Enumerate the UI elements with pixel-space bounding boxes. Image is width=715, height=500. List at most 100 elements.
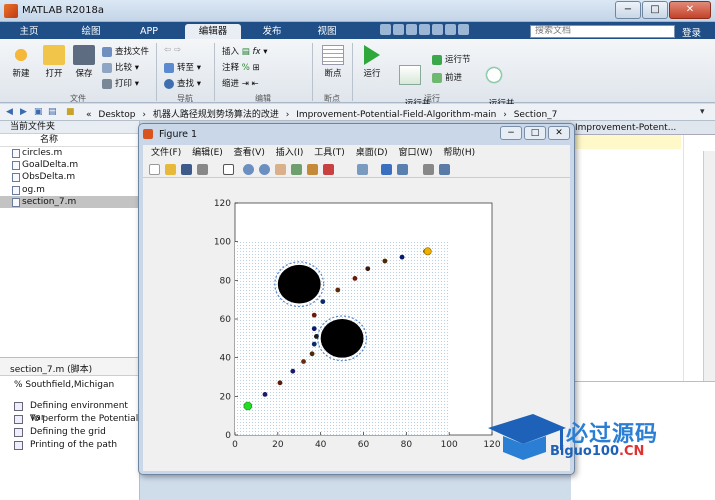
section-icon	[14, 441, 23, 450]
figure-minimize-button[interactable]: −	[500, 126, 522, 140]
comment-button[interactable]: 注释 % ⊞	[222, 61, 260, 73]
section-item[interactable]: To perform the Potential	[0, 413, 140, 426]
find-button[interactable]: 查找 ▾	[164, 77, 201, 89]
editor-tab[interactable]: Improvement-Potent...	[571, 121, 715, 135]
qa-help-icon[interactable]	[458, 24, 469, 35]
figure-maximize-button[interactable]: □	[524, 126, 546, 140]
m-file-icon	[12, 197, 20, 207]
zoom-out-icon[interactable]	[259, 164, 270, 175]
tab-view[interactable]: 视图	[305, 24, 349, 39]
open-button[interactable]: 打开	[40, 45, 68, 79]
qa-paste-icon[interactable]	[419, 24, 430, 35]
menu-file[interactable]: 文件(F)	[151, 145, 181, 161]
section-item[interactable]: Defining the grid	[0, 426, 140, 439]
menu-view[interactable]: 查看(V)	[234, 145, 265, 161]
file-item-selected[interactable]: section_7.m	[0, 195, 139, 208]
tab-apps[interactable]: APP	[128, 24, 170, 39]
file-item[interactable]: circles.m	[0, 147, 139, 159]
data-cursor-icon[interactable]	[307, 164, 318, 175]
y-tick-label: 100	[214, 238, 231, 248]
colorbar-icon[interactable]	[381, 164, 392, 175]
section-item[interactable]: Defining environment var	[0, 400, 140, 423]
y-tick-label: 20	[220, 392, 232, 402]
minimize-button[interactable]: −	[615, 1, 641, 19]
new-figure-icon[interactable]	[149, 164, 160, 175]
save-button[interactable]: 保存	[70, 45, 98, 79]
menu-edit[interactable]: 编辑(E)	[192, 145, 223, 161]
editor-scrollbar[interactable]	[703, 151, 715, 381]
back-arrow-icon[interactable]: ◀	[6, 107, 16, 117]
path-point	[311, 341, 317, 347]
path-point	[352, 276, 358, 281]
breadcrumb-project[interactable]: Improvement-Potential-Field-Algorithm-ma…	[296, 110, 496, 120]
zoom-in-icon[interactable]	[243, 164, 254, 175]
print-button[interactable]: 打印 ▾	[102, 77, 139, 89]
run-button[interactable]: 运行	[358, 45, 386, 79]
obstacle	[320, 319, 364, 358]
brush-icon[interactable]	[323, 164, 334, 175]
breadcrumb-folder[interactable]: 机器人路径规划势场算法的改进	[153, 110, 279, 120]
percent-icon: %	[241, 63, 250, 73]
close-button[interactable]: ✕	[669, 1, 711, 19]
tab-publish[interactable]: 发布	[250, 24, 294, 39]
qa-copy-icon[interactable]	[406, 24, 417, 35]
menu-tools[interactable]: 工具(T)	[314, 145, 345, 161]
file-item[interactable]: GoalDelta.m	[0, 159, 139, 171]
indent-button[interactable]: 缩进 ⇥ ⇤	[222, 77, 259, 89]
up-folder-icon[interactable]: ▣	[34, 107, 44, 117]
print-figure-icon[interactable]	[197, 164, 208, 175]
breadcrumb-section[interactable]: Section_7	[514, 110, 558, 120]
save-figure-icon[interactable]	[181, 164, 192, 175]
m-file-icon	[12, 173, 20, 183]
path-point	[311, 326, 317, 332]
menu-insert[interactable]: 插入(I)	[276, 145, 304, 161]
tab-home[interactable]: 主页	[8, 24, 50, 39]
breakpoints-button[interactable]: 断点	[318, 45, 348, 79]
qa-save-icon[interactable]	[380, 24, 391, 35]
name-column-header[interactable]: 名称	[0, 134, 139, 147]
section-item[interactable]: Printing of the path	[0, 439, 140, 452]
new-button[interactable]: 新建	[6, 45, 36, 79]
goto-button[interactable]: 转至 ▾	[164, 61, 201, 73]
hide-plot-tools-icon[interactable]	[423, 164, 434, 175]
login-link[interactable]: 登录	[682, 25, 701, 39]
find-files-button[interactable]: 查找文件	[102, 45, 149, 57]
search-docs-input[interactable]: 搜索文档	[530, 25, 675, 38]
pan-hand-icon[interactable]	[275, 164, 286, 175]
menu-desktop[interactable]: 桌面(D)	[356, 145, 388, 161]
figure-close-button[interactable]: ✕	[548, 126, 570, 140]
qa-cut-icon[interactable]	[393, 24, 404, 35]
path-point	[320, 299, 326, 304]
comment-extra-icon: ⊞	[252, 63, 260, 73]
run-section-button[interactable]: 运行节	[432, 53, 471, 65]
browse-folder-icon[interactable]: ▤	[48, 107, 58, 117]
forward-arrow-icon[interactable]: ▶	[20, 107, 30, 117]
group-label-navigate: 导航	[177, 94, 193, 103]
pointer-icon[interactable]	[223, 164, 234, 175]
path-point	[382, 258, 388, 264]
open-file-icon[interactable]	[165, 164, 176, 175]
m-file-icon	[12, 149, 20, 158]
title-bar: MATLAB R2018a − □ ✕	[0, 0, 715, 22]
compare-icon	[102, 62, 112, 73]
insert-button[interactable]: 插入 ▤ fx ▾	[222, 45, 267, 57]
tab-editor[interactable]: 编辑器	[185, 24, 241, 39]
rotate-3d-icon[interactable]	[291, 164, 302, 175]
ribbon: 新建 打开 保存 查找文件 比较 ▾ 打印 ▾ 文件 ⇦ ⇨ 转至 ▾ 查找 ▾…	[0, 39, 715, 121]
ribbon-tabs: 主页 绘图 APP 编辑器 发布 视图 搜索文档 登录	[0, 22, 715, 39]
breadcrumb-desktop[interactable]: Desktop	[98, 110, 135, 120]
compare-button[interactable]: 比较 ▾	[102, 61, 139, 73]
address-dropdown-icon[interactable]: ▾	[700, 107, 710, 117]
tab-plots[interactable]: 绘图	[68, 24, 114, 39]
maximize-button[interactable]: □	[642, 1, 668, 19]
file-item[interactable]: og.m	[0, 184, 139, 196]
menu-window[interactable]: 窗口(W)	[399, 145, 433, 161]
file-item[interactable]: ObsDelta.m	[0, 171, 139, 183]
advance-button[interactable]: 前进	[432, 71, 462, 83]
menu-help[interactable]: 帮助(H)	[443, 145, 475, 161]
link-plot-icon[interactable]	[357, 164, 368, 175]
qa-undo-icon[interactable]	[432, 24, 443, 35]
qa-redo-icon[interactable]	[445, 24, 456, 35]
legend-icon[interactable]	[397, 164, 408, 175]
show-plot-tools-icon[interactable]	[439, 164, 450, 175]
